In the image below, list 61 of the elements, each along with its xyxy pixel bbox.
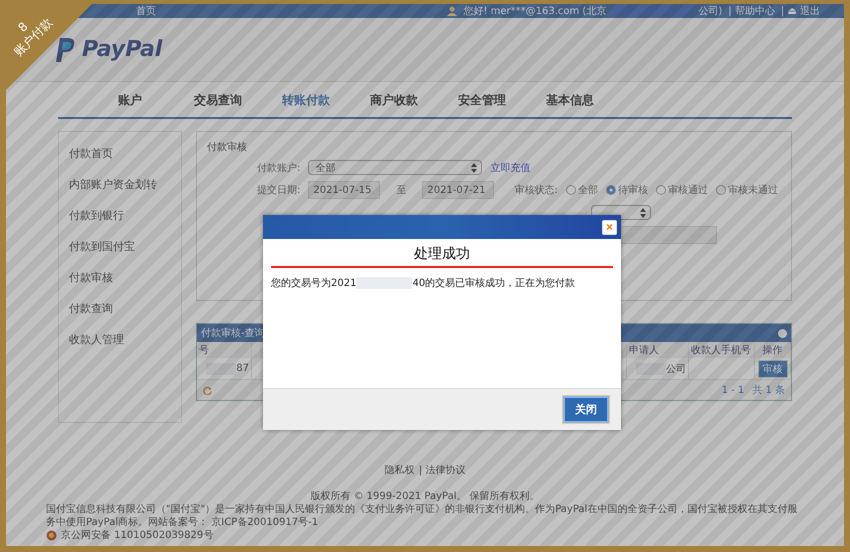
- company-text: 公司): [698, 5, 722, 18]
- logo-text: PayPal: [82, 37, 162, 62]
- redaction-block: [206, 362, 236, 374]
- updown-arrows-icon: [640, 208, 646, 218]
- column-header: 操作: [755, 342, 791, 358]
- column-header: 号: [197, 342, 252, 358]
- recharge-link[interactable]: 立即充值: [490, 160, 530, 174]
- updown-arrows-icon: [471, 162, 478, 172]
- badge-icon: [46, 530, 57, 541]
- date-field[interactable]: 2021-07-15: [308, 181, 380, 199]
- top-link[interactable]: | 帮助中心: [728, 4, 775, 18]
- home-link[interactable]: 首页: [136, 4, 156, 18]
- copyright-text: 版权所有 © 1999-2021 PayPal。 保留所有权利。: [310, 490, 540, 503]
- collapse-icon[interactable]: [778, 328, 787, 338]
- status-radio[interactable]: 审核未通过: [716, 183, 778, 197]
- nav-tab[interactable]: 交易查询: [174, 92, 262, 109]
- notice-text: 国付宝信息科技有限公司（"国付宝"）是一家持有中国人民银行颁发的《支付业务许可证》的非银行支付机构。作为PayPal在中国的全资子公司，国付宝被授权在其支付服务中使用PayPal商标。网站备案号： 京ICP备20010917号-1: [46, 503, 798, 529]
- field-label: 提交日期:: [257, 184, 300, 197]
- refresh-icon[interactable]: [203, 386, 212, 394]
- pager-total: 共 1 条: [752, 384, 785, 397]
- nav-tab[interactable]: 商户收款: [350, 92, 438, 109]
- account-select[interactable]: 全部: [308, 160, 482, 175]
- nav-tab[interactable]: 安全管理: [438, 92, 526, 109]
- close-button[interactable]: 关闭: [563, 396, 609, 423]
- top-link[interactable]: | ⏏ 退出: [780, 4, 820, 18]
- status-radio[interactable]: 待审核: [606, 183, 648, 197]
- nav-tab[interactable]: 基本信息: [526, 92, 614, 109]
- sidebar-item[interactable]: 付款查询: [69, 301, 171, 316]
- sidebar-item[interactable]: 付款首页: [69, 146, 171, 161]
- review-button[interactable]: 审核: [758, 360, 788, 378]
- sidebar-item[interactable]: 内部账户资金划转: [69, 177, 171, 192]
- sidebar-item[interactable]: 收款人管理: [69, 332, 171, 347]
- status-radio[interactable]: 审核通过: [656, 183, 708, 197]
- sidebar-item[interactable]: 付款到银行: [69, 208, 171, 223]
- panel-title: 付款审核: [207, 140, 248, 154]
- user-icon: [447, 6, 458, 16]
- logo-icon: [56, 38, 76, 62]
- field-label: 至: [396, 184, 406, 197]
- ribbon-number: 8: [15, 19, 31, 35]
- nav-tab[interactable]: 转账付款: [262, 92, 350, 109]
- pager-range: 1 - 1: [722, 384, 744, 396]
- greeting-text: 您好! mer***@163.com (北京: [463, 4, 606, 18]
- table-cell: 87: [236, 363, 249, 374]
- footer-link[interactable]: 隐私权: [384, 463, 415, 477]
- close-icon[interactable]: ×: [602, 220, 617, 234]
- sidebar-item[interactable]: 付款到国付宝: [69, 239, 171, 254]
- redaction-block: [636, 362, 666, 374]
- status-radio[interactable]: 全部: [566, 183, 598, 197]
- column-header: 申请人: [627, 342, 689, 358]
- sidebar-item[interactable]: 付款审核: [69, 270, 171, 285]
- message-text: 您的交易号为2021: [271, 276, 356, 290]
- dialog-title: 处理成功: [271, 245, 613, 268]
- footer-link[interactable]: | 法律协议: [418, 463, 466, 477]
- column-header: 收款人手机号: [689, 342, 755, 358]
- police-record-text: 京公网安备 11010502039829号: [61, 529, 214, 542]
- message-text: 40的交易已审核成功，正在为您付款: [412, 276, 576, 290]
- nav-tab[interactable]: 账户: [86, 92, 174, 109]
- table-cell-text: 公司: [666, 362, 686, 376]
- field-label: 付款账户:: [257, 162, 300, 174]
- field-label: 审核状态:: [514, 184, 558, 197]
- date-field[interactable]: 2021-07-21: [422, 181, 494, 199]
